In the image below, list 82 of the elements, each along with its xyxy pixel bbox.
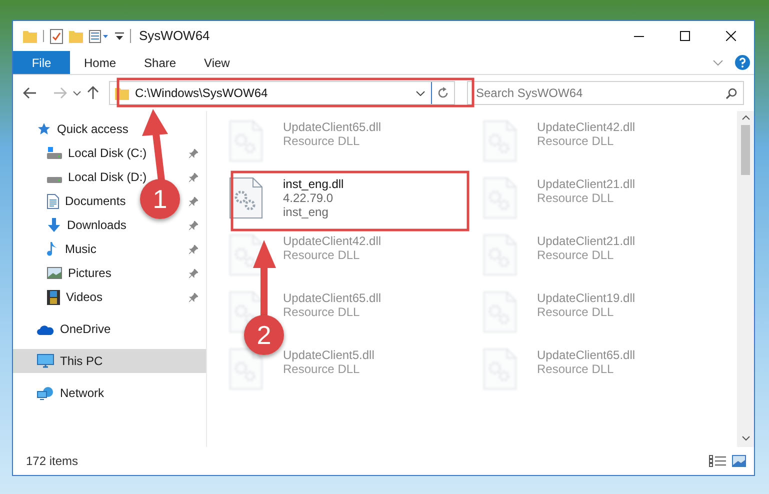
pin-icon	[189, 220, 198, 230]
file-tab[interactable]: File	[13, 51, 70, 74]
search-icon	[726, 88, 737, 98]
pin-icon	[189, 244, 198, 254]
search-box[interactable]: Search SysWOW64	[467, 81, 744, 105]
file-name: UpdateClient19.dll	[537, 291, 636, 305]
file-detail: Resource DLL	[537, 362, 615, 376]
view-options-icon[interactable]	[89, 30, 109, 42]
network-icon	[37, 386, 54, 400]
drive-icon	[47, 147, 62, 159]
properties-icon[interactable]	[50, 28, 63, 44]
pin-icon	[189, 268, 198, 278]
file-name: UpdateClient65.dll	[537, 348, 636, 362]
file-gear-icon	[229, 177, 263, 219]
ribbon-tab[interactable]: Share	[130, 51, 190, 74]
scroll-thumb[interactable]	[741, 125, 750, 175]
address-field[interactable]: C:\Windows\SysWOW64	[109, 81, 455, 105]
window-title: SysWOW64	[139, 27, 210, 46]
pin-icon	[189, 148, 198, 158]
address-dropdown-caret-icon[interactable]	[416, 90, 425, 96]
nav-item[interactable]: This PC	[13, 349, 206, 373]
scroll-up-icon[interactable]	[742, 115, 750, 120]
nav-item[interactable]: Documents	[47, 192, 126, 210]
drive-icon	[47, 176, 62, 182]
cloud-icon	[37, 324, 54, 334]
file-name: inst_eng.dll	[283, 177, 344, 191]
document-icon	[47, 194, 59, 208]
nav-item[interactable]: Network	[13, 381, 206, 405]
large-icons-view-icon[interactable]	[732, 455, 746, 467]
nav-item[interactable]: Pictures	[47, 264, 112, 282]
expand-ribbon-icon[interactable]	[713, 60, 723, 66]
scroll-down-icon[interactable]	[742, 436, 750, 441]
music-note-icon	[47, 242, 59, 256]
file-name: UpdateClient42.dll	[283, 234, 382, 248]
file-name: UpdateClient65.dll	[283, 120, 382, 134]
file-detail: Resource DLL	[537, 191, 615, 205]
pin-icon	[189, 172, 198, 182]
file-gear-icon	[229, 234, 263, 276]
film-icon	[47, 290, 60, 304]
help-icon[interactable]	[735, 55, 750, 70]
file-detail: Resource DLL	[537, 248, 615, 262]
file-name: UpdateClient5.dll	[283, 348, 374, 362]
file-detail: inst_eng	[283, 205, 330, 219]
file-detail: Resource DLL	[537, 134, 615, 148]
file-detail: Resource DLL	[283, 248, 361, 262]
pin-icon	[189, 196, 198, 206]
monitor-icon	[37, 354, 54, 368]
nav-item[interactable]: Videos	[47, 288, 102, 306]
back-arrow-icon[interactable]	[23, 87, 37, 99]
file-detail: Resource DLL	[537, 305, 615, 319]
ribbon-tab[interactable]: View	[190, 51, 244, 74]
details-view-icon[interactable]	[709, 455, 726, 467]
pin-icon	[189, 292, 198, 302]
nav-item[interactable]: Downloads	[47, 216, 126, 234]
download-arrow-icon	[47, 218, 61, 232]
picture-icon	[47, 267, 62, 279]
customize-toolbar-icon[interactable]	[115, 32, 124, 40]
nav-item[interactable]: Music	[47, 240, 96, 258]
star-icon	[37, 122, 51, 136]
file-detail: Resource DLL	[283, 305, 361, 319]
nav-item[interactable]: OneDrive	[13, 317, 206, 341]
file-name: UpdateClient21.dll	[537, 177, 636, 191]
recent-locations-caret-icon[interactable]	[73, 90, 81, 96]
item-count: 172 items	[26, 453, 78, 470]
ribbon-tab[interactable]: Home	[70, 51, 130, 74]
file-gear-icon	[229, 348, 263, 390]
close-icon	[726, 31, 736, 41]
file-name: UpdateClient65.dll	[283, 291, 382, 305]
maximize-icon	[680, 31, 690, 41]
file-detail: Resource DLL	[283, 362, 361, 376]
up-arrow-icon[interactable]	[87, 86, 99, 100]
nav-item[interactable]: Quick access	[13, 117, 206, 141]
file-detail: 4.22.79.0	[283, 191, 334, 205]
file-detail: Resource DLL	[283, 134, 361, 148]
file-name: UpdateClient21.dll	[537, 234, 636, 248]
address-path: C:\Windows\SysWOW64	[135, 85, 268, 102]
nav-item[interactable]: Local Disk (C:)	[47, 144, 147, 162]
search-input[interactable]: Search SysWOW64	[476, 84, 726, 102]
refresh-icon[interactable]	[437, 87, 449, 99]
scrollbar[interactable]	[737, 111, 754, 447]
file-tile[interactable]: inst_eng.dll 4.22.79.0 inst_eng	[229, 177, 483, 219]
file-name: UpdateClient42.dll	[537, 120, 636, 134]
